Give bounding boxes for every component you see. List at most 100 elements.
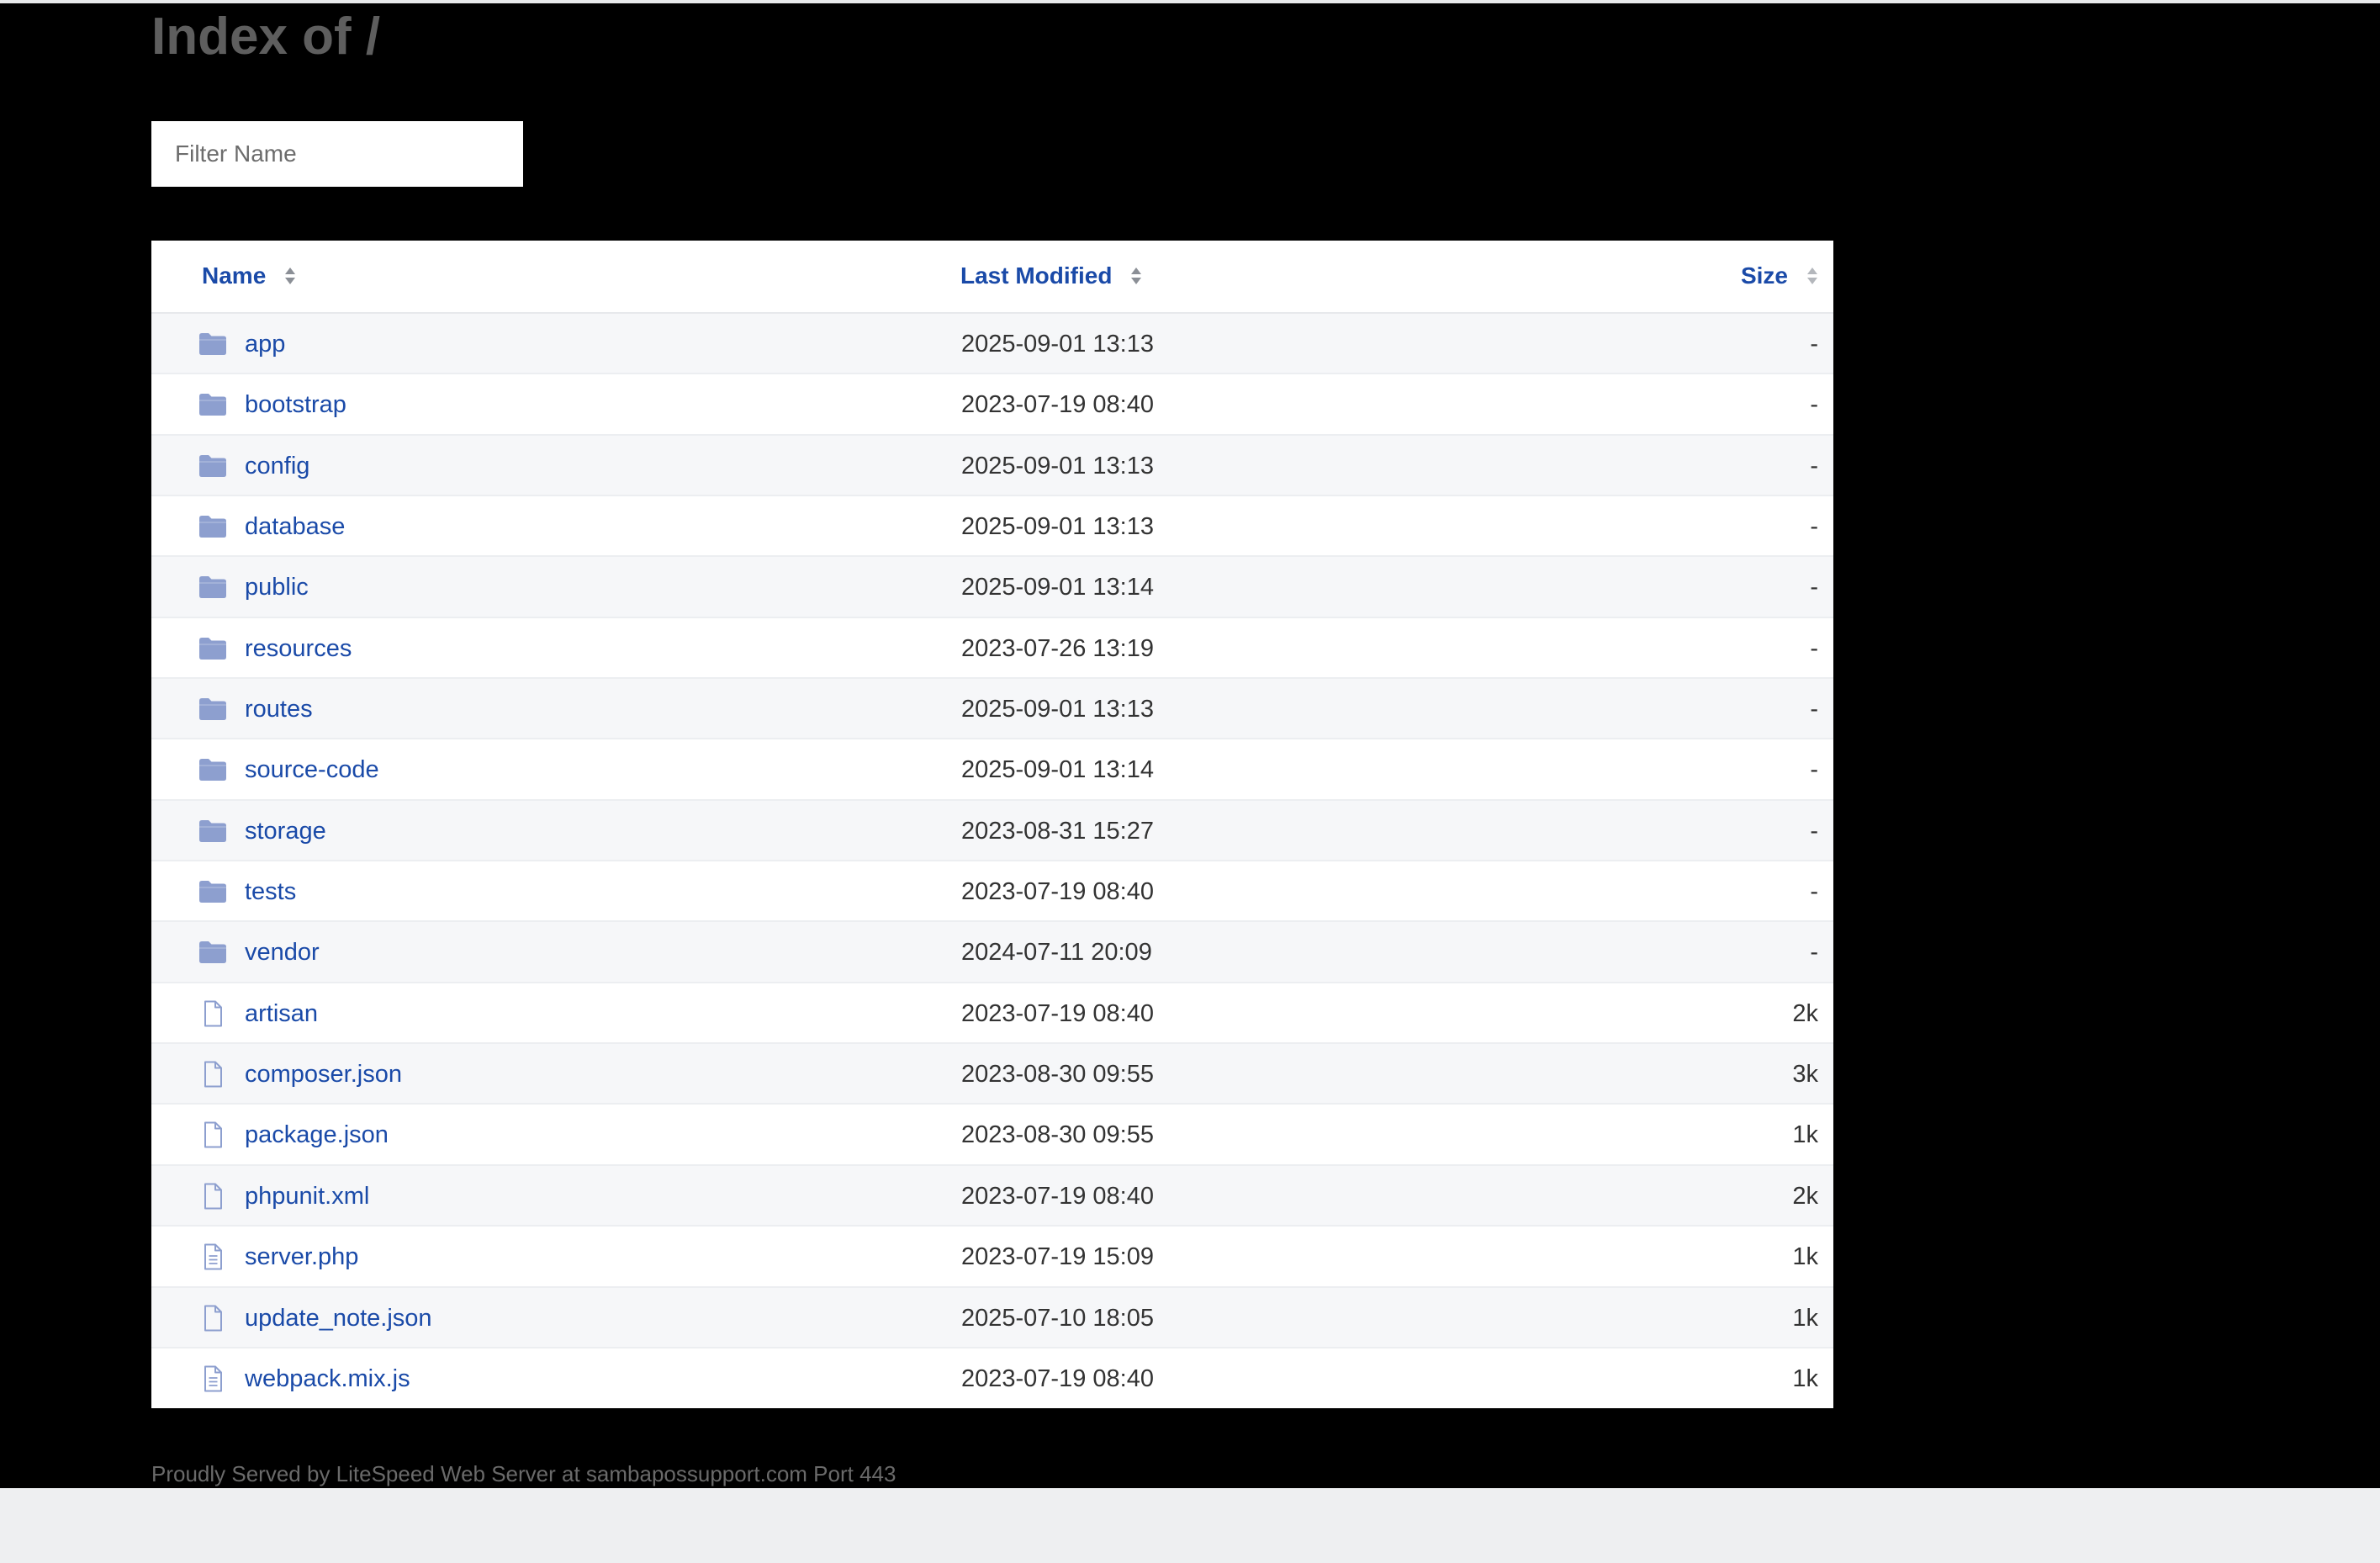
entry-name-link[interactable]: resources (245, 618, 352, 677)
folder-icon (198, 574, 227, 601)
table-row: server.php 2023-07-19 15:09 1k (151, 1227, 1833, 1288)
last-modified-cell: 2024-07-11 20:09 (961, 939, 1152, 967)
size-cell: 2k (1792, 1182, 1818, 1210)
size-cell: - (1810, 513, 1818, 541)
sort-arrows-icon (1806, 266, 1818, 286)
entry-name-link[interactable]: package.json (245, 1105, 389, 1163)
size-cell: 3k (1792, 1061, 1818, 1089)
table-row: resources 2023-07-26 13:19 - (151, 618, 1833, 680)
size-cell: 1k (1792, 1364, 1818, 1392)
table-row: update_note.json 2025-07-10 18:05 1k (151, 1287, 1833, 1348)
entry-name-link[interactable]: config (245, 436, 309, 495)
last-modified-cell: 2023-07-19 15:09 (961, 1243, 1154, 1271)
table-row: phpunit.xml 2023-07-19 08:40 2k (151, 1165, 1833, 1227)
entry-name-link[interactable]: update_note.json (245, 1288, 432, 1347)
name-header-label: Name (202, 262, 267, 289)
table-row: tests 2023-07-19 08:40 - (151, 861, 1833, 923)
size-cell: - (1810, 817, 1818, 845)
folder-icon (198, 513, 227, 540)
entry-name-link[interactable]: composer.json (245, 1044, 402, 1103)
entry-name-link[interactable]: database (245, 496, 345, 555)
last-modified-cell: 2023-07-19 08:40 (961, 999, 1154, 1027)
folder-icon (198, 453, 227, 479)
entry-name-link[interactable]: tests (245, 861, 296, 920)
last-modified-cell: 2023-07-19 08:40 (961, 391, 1154, 419)
entry-name-link[interactable]: phpunit.xml (245, 1166, 369, 1225)
entry-name-link[interactable]: storage (245, 801, 326, 860)
sort-arrows-icon (284, 266, 296, 286)
entry-name-link[interactable]: vendor (245, 922, 320, 981)
sort-by-size-header[interactable]: Size (1741, 241, 1818, 314)
entry-name-link[interactable]: server.php (245, 1227, 358, 1285)
sort-by-name-header[interactable]: Name (202, 241, 296, 314)
table-row: config 2025-09-01 13:13 - (151, 435, 1833, 497)
browser-top-strip (0, 0, 2380, 3)
last-modified-cell: 2023-08-30 09:55 (961, 1121, 1154, 1149)
folder-icon (198, 939, 227, 966)
filter-name-input[interactable] (151, 121, 523, 187)
size-cell: - (1810, 878, 1818, 906)
table-row: public 2025-09-01 13:14 - (151, 557, 1833, 618)
table-row: storage 2023-08-31 15:27 - (151, 800, 1833, 862)
entry-name-link[interactable]: app (245, 314, 285, 373)
table-row: composer.json 2023-08-30 09:55 3k (151, 1044, 1833, 1105)
table-row: artisan 2023-07-19 08:40 2k (151, 983, 1833, 1045)
folder-icon (198, 878, 227, 905)
size-cell: 1k (1792, 1243, 1818, 1271)
last-modified-cell: 2023-07-19 08:40 (961, 1182, 1154, 1210)
size-cell: - (1810, 452, 1818, 479)
file-icon (198, 1305, 227, 1332)
last-modified-cell: 2023-07-19 08:40 (961, 878, 1154, 906)
table-row: routes 2025-09-01 13:13 - (151, 679, 1833, 740)
last-modified-cell: 2023-08-31 15:27 (961, 817, 1154, 845)
text-file-icon (198, 1243, 227, 1270)
size-cell: - (1810, 756, 1818, 784)
sort-by-last-modified-header[interactable]: Last Modified (960, 241, 1142, 314)
size-cell: - (1810, 634, 1818, 662)
folder-icon (198, 818, 227, 845)
file-listing-table: Name Last Modified Size app 2025-09-01 13… (151, 241, 1833, 1408)
table-row: bootstrap 2023-07-19 08:40 - (151, 374, 1833, 436)
folder-icon (198, 756, 227, 783)
size-cell: 1k (1792, 1121, 1818, 1149)
last-modified-cell: 2025-09-01 13:13 (961, 452, 1154, 479)
entry-name-link[interactable]: bootstrap (245, 374, 346, 433)
last-modified-cell: 2025-07-10 18:05 (961, 1304, 1154, 1332)
size-cell: - (1810, 391, 1818, 419)
last-modified-cell: 2025-09-01 13:14 (961, 756, 1154, 784)
folder-icon (198, 635, 227, 662)
file-icon (198, 1183, 227, 1210)
entry-name-link[interactable]: artisan (245, 983, 318, 1042)
table-row: source-code 2025-09-01 13:14 - (151, 739, 1833, 801)
table-header: Name Last Modified Size (151, 241, 1833, 314)
entry-name-link[interactable]: webpack.mix.js (245, 1348, 410, 1407)
page-title: Index of / (151, 8, 381, 66)
entry-name-link[interactable]: public (245, 557, 309, 616)
table-body: app 2025-09-01 13:13 - bootstrap 2023-07-19 … (151, 314, 1833, 1409)
size-cell: - (1810, 574, 1818, 601)
entry-name-link[interactable]: source-code (245, 739, 379, 798)
folder-icon (198, 696, 227, 723)
entry-name-link[interactable]: routes (245, 679, 313, 738)
table-row: database 2025-09-01 13:13 - (151, 496, 1833, 558)
last-modified-cell: 2025-09-01 13:14 (961, 574, 1154, 601)
size-cell: - (1810, 939, 1818, 967)
size-cell: 1k (1792, 1304, 1818, 1332)
last-modified-header-label: Last Modified (960, 262, 1113, 289)
page-background: Index of / Name Last Modified Size app 20… (0, 0, 2380, 1488)
table-row: app 2025-09-01 13:13 - (151, 314, 1833, 375)
text-file-icon (198, 1365, 227, 1392)
last-modified-cell: 2025-09-01 13:13 (961, 696, 1154, 723)
folder-icon (198, 331, 227, 358)
server-footer: Proudly Served by LiteSpeed Web Server a… (151, 1461, 896, 1486)
file-icon (198, 1061, 227, 1088)
size-cell: - (1810, 331, 1818, 358)
last-modified-cell: 2023-07-26 13:19 (961, 634, 1154, 662)
size-cell: - (1810, 696, 1818, 723)
last-modified-cell: 2023-07-19 08:40 (961, 1364, 1154, 1392)
table-row: vendor 2024-07-11 20:09 - (151, 922, 1833, 983)
file-icon (198, 1000, 227, 1027)
file-icon (198, 1121, 227, 1148)
size-header-label: Size (1740, 262, 1788, 289)
folder-icon (198, 391, 227, 418)
